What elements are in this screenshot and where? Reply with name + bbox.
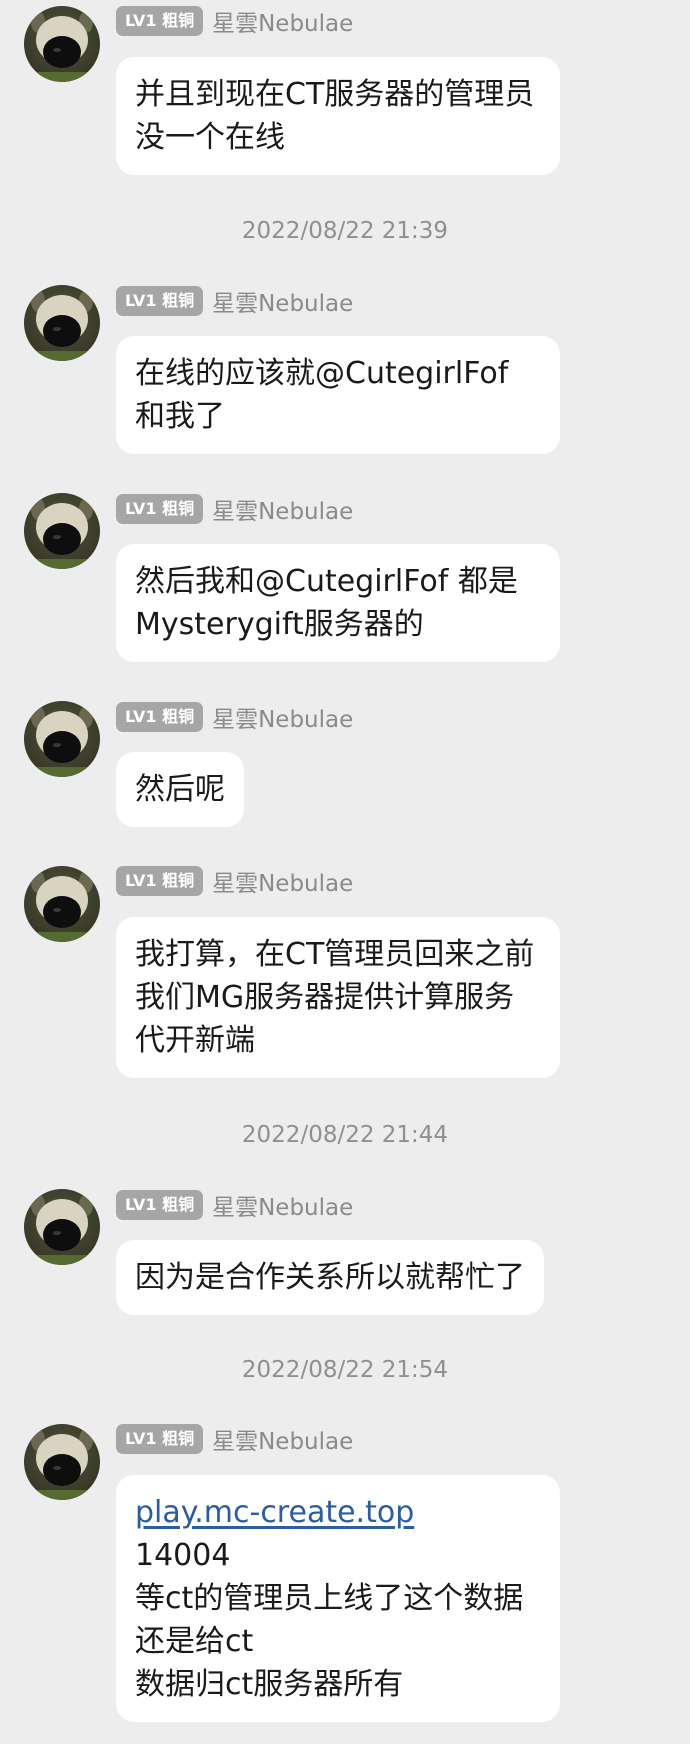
alpaca-avatar-image [24, 1429, 100, 1500]
message-meta: LV1 粗铜 星雲Nebulae [116, 4, 353, 38]
message-line: 14004 [135, 1538, 231, 1573]
avatar[interactable] [24, 866, 100, 942]
level-badge: LV1 粗铜 [116, 494, 204, 524]
level-badge: LV1 粗铜 [116, 866, 204, 896]
alpaca-avatar-image [24, 706, 100, 777]
message-meta: LV1 粗铜 星雲Nebulae [116, 1188, 353, 1222]
timestamp: 2022/08/22 21:39 [241, 218, 449, 244]
message-line: 等ct的管理员上线了这个数据还是给ct [135, 1581, 524, 1659]
alpaca-avatar-image [24, 290, 100, 361]
avatar[interactable] [24, 701, 100, 777]
sender-name[interactable]: 星雲Nebulae [212, 492, 353, 526]
alpaca-avatar-image [24, 1194, 100, 1265]
message-bubble[interactable]: 我打算，在CT管理员回来之前我们MG服务器提供计算服务代开新端 [116, 917, 560, 1078]
sender-name[interactable]: 星雲Nebulae [212, 864, 353, 898]
sender-name[interactable]: 星雲Nebulae [212, 284, 353, 318]
sender-name[interactable]: 星雲Nebulae [212, 1188, 353, 1222]
message-bubble[interactable]: 并且到现在CT服务器的管理员没一个在线 [116, 57, 560, 175]
sender-name[interactable]: 星雲Nebulae [212, 1422, 353, 1456]
level-badge: LV1 粗铜 [116, 286, 204, 316]
message-meta: LV1 粗铜 星雲Nebulae [116, 492, 353, 526]
server-address-link[interactable]: play.mc-create.top [135, 1491, 541, 1534]
timestamp: 2022/08/22 21:54 [241, 1357, 449, 1383]
avatar[interactable] [24, 6, 100, 82]
alpaca-avatar-image [24, 871, 100, 942]
message-meta: LV1 粗铜 星雲Nebulae [116, 1422, 353, 1456]
avatar[interactable] [24, 1424, 100, 1500]
message-meta: LV1 粗铜 星雲Nebulae [116, 864, 353, 898]
alpaca-avatar-image [24, 11, 100, 82]
alpaca-avatar-image [24, 498, 100, 569]
avatar[interactable] [24, 1189, 100, 1265]
message-line: 数据归ct服务器所有 [135, 1667, 404, 1702]
sender-name[interactable]: 星雲Nebulae [212, 4, 353, 38]
message-bubble[interactable]: play.mc-create.top 14004 等ct的管理员上线了这个数据还… [116, 1475, 560, 1722]
message-meta: LV1 粗铜 星雲Nebulae [116, 284, 353, 318]
message-bubble[interactable]: 在线的应该就@CutegirlFof 和我了 [116, 336, 560, 454]
message-meta: LV1 粗铜 星雲Nebulae [116, 700, 353, 734]
message-bubble[interactable]: 然后呢 [116, 752, 244, 827]
sender-name[interactable]: 星雲Nebulae [212, 700, 353, 734]
timestamp: 2022/08/22 21:44 [241, 1122, 449, 1148]
level-badge: LV1 粗铜 [116, 702, 204, 732]
message-bubble[interactable]: 因为是合作关系所以就帮忙了 [116, 1240, 544, 1315]
level-badge: LV1 粗铜 [116, 1424, 204, 1454]
level-badge: LV1 粗铜 [116, 6, 204, 36]
level-badge: LV1 粗铜 [116, 1190, 204, 1220]
avatar[interactable] [24, 285, 100, 361]
message-bubble[interactable]: 然后我和@CutegirlFof 都是Mysterygift服务器的 [116, 544, 560, 662]
avatar[interactable] [24, 493, 100, 569]
